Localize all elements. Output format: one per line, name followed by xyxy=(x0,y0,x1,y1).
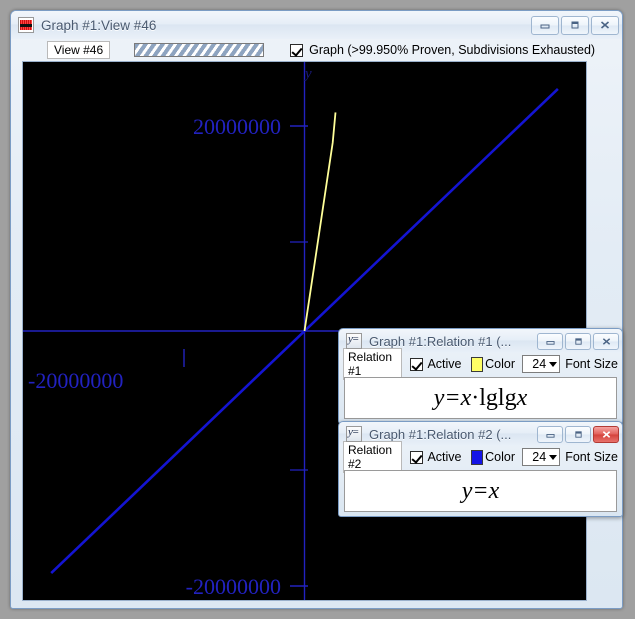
relation-1-name-field[interactable]: Relation #1 xyxy=(343,348,403,380)
relation-2-active-row[interactable]: Active xyxy=(410,450,462,464)
chevron-down-icon xyxy=(549,454,558,460)
maximize-icon xyxy=(574,430,582,438)
chevron-down-icon xyxy=(549,361,558,367)
equation-icon xyxy=(346,333,362,349)
relation-1-font-size-label: Font Size xyxy=(565,357,619,371)
relation-1-active-checkbox[interactable] xyxy=(410,357,424,371)
relation-1-active-label: Active xyxy=(427,357,462,371)
subdivision-progress-bar xyxy=(134,43,265,57)
graph-checkbox[interactable] xyxy=(290,43,304,57)
maximize-button[interactable] xyxy=(561,15,589,35)
graph-app-icon xyxy=(18,17,34,33)
close-button[interactable] xyxy=(591,15,619,35)
graph-window-titlebar[interactable]: Graph #1:View #46 xyxy=(11,11,622,39)
relation-1-active-row[interactable]: Active xyxy=(410,357,462,371)
y-axis-label-positive: 20000000 xyxy=(193,114,281,139)
minimize-button[interactable] xyxy=(531,15,559,35)
graph-window-buttons xyxy=(531,15,619,35)
relation-2-formula-var1: x xyxy=(488,477,500,504)
minimize-icon xyxy=(545,433,555,438)
equation-icon xyxy=(346,426,362,442)
x-axis-label-negative: -20000000 xyxy=(28,368,123,393)
close-icon xyxy=(602,337,610,345)
relation-1-formula: y=x·lglgx xyxy=(434,385,528,412)
relation-1-dialog: Graph #1:Relation #1 (... Relation #1 xyxy=(338,328,623,424)
relation-1-color-swatch[interactable] xyxy=(470,356,484,372)
relation-2-title: Graph #1:Relation #2 (... xyxy=(369,426,512,442)
relation-2-formula-field[interactable]: y=x xyxy=(344,470,617,512)
relation-2-active-label: Active xyxy=(427,450,462,464)
relation-1-formula-var1: x xyxy=(460,384,472,411)
relation-1-font-size-value: 24 xyxy=(532,357,547,371)
relation-1-maximize-button[interactable] xyxy=(565,332,591,350)
maximize-icon xyxy=(571,21,579,29)
relation-1-close-button[interactable] xyxy=(593,332,619,350)
relation-1-title: Graph #1:Relation #1 (... xyxy=(369,333,512,349)
close-icon xyxy=(600,21,610,29)
relation-1-color-label: Color xyxy=(485,357,515,371)
relation-2-dialog: Graph #1:Relation #2 (... Relation #2 xyxy=(338,421,623,517)
relation-2-active-checkbox[interactable] xyxy=(410,450,424,464)
relation-2-color-label: Color xyxy=(485,450,515,464)
y-axis-letter: y xyxy=(303,66,312,82)
relation-1-controls: Relation #1 Active Color 24 Font Size xyxy=(339,348,622,380)
relation-2-font-size-label: Font Size xyxy=(565,450,619,464)
graph-toolbar: View #46 Graph (>99.950% Proven, Subdivi… xyxy=(11,39,622,61)
relation-2-color-swatch[interactable] xyxy=(470,449,484,465)
relation-2-close-button[interactable] xyxy=(593,425,619,443)
relation-2-font-size-select[interactable]: 24 xyxy=(521,448,561,466)
relation-1-window-buttons xyxy=(537,332,619,350)
relation-1-formula-var2: x xyxy=(516,384,528,411)
relation-2-name-field[interactable]: Relation #2 xyxy=(343,441,403,473)
relation-2-font-size-value: 24 xyxy=(532,450,547,464)
relation-2-formula-lhs: y= xyxy=(461,477,489,504)
relation-2-formula: y=x xyxy=(462,478,500,505)
maximize-icon xyxy=(574,337,582,345)
view-label[interactable]: View #46 xyxy=(47,41,111,59)
close-icon xyxy=(602,430,610,438)
graph-window: Graph #1:View #46 View #46 Graph (>99.95… xyxy=(10,10,623,609)
graph-window-title: Graph #1:View #46 xyxy=(41,17,157,33)
relation-2-controls: Relation #2 Active Color 24 Font Size xyxy=(339,441,622,473)
relation-2-window-buttons xyxy=(537,425,619,443)
relation-1-font-size-select[interactable]: 24 xyxy=(521,355,561,373)
relation-1-formula-field[interactable]: y=x·lglgx xyxy=(344,377,617,419)
y-axis-label-negative: -20000000 xyxy=(186,574,281,599)
graph-checkbox-row[interactable]: Graph (>99.950% Proven, Subdivisions Exh… xyxy=(290,43,595,57)
relation-1-formula-lhs: y= xyxy=(433,384,461,411)
relation-1-minimize-button[interactable] xyxy=(537,332,563,350)
relation-1-formula-fn: lglg xyxy=(479,384,517,411)
minimize-icon xyxy=(545,340,555,345)
relation-2-maximize-button[interactable] xyxy=(565,425,591,443)
relation-2-minimize-button[interactable] xyxy=(537,425,563,443)
minimize-icon xyxy=(540,24,550,29)
graph-checkbox-label: Graph (>99.950% Proven, Subdivisions Exh… xyxy=(309,43,596,57)
